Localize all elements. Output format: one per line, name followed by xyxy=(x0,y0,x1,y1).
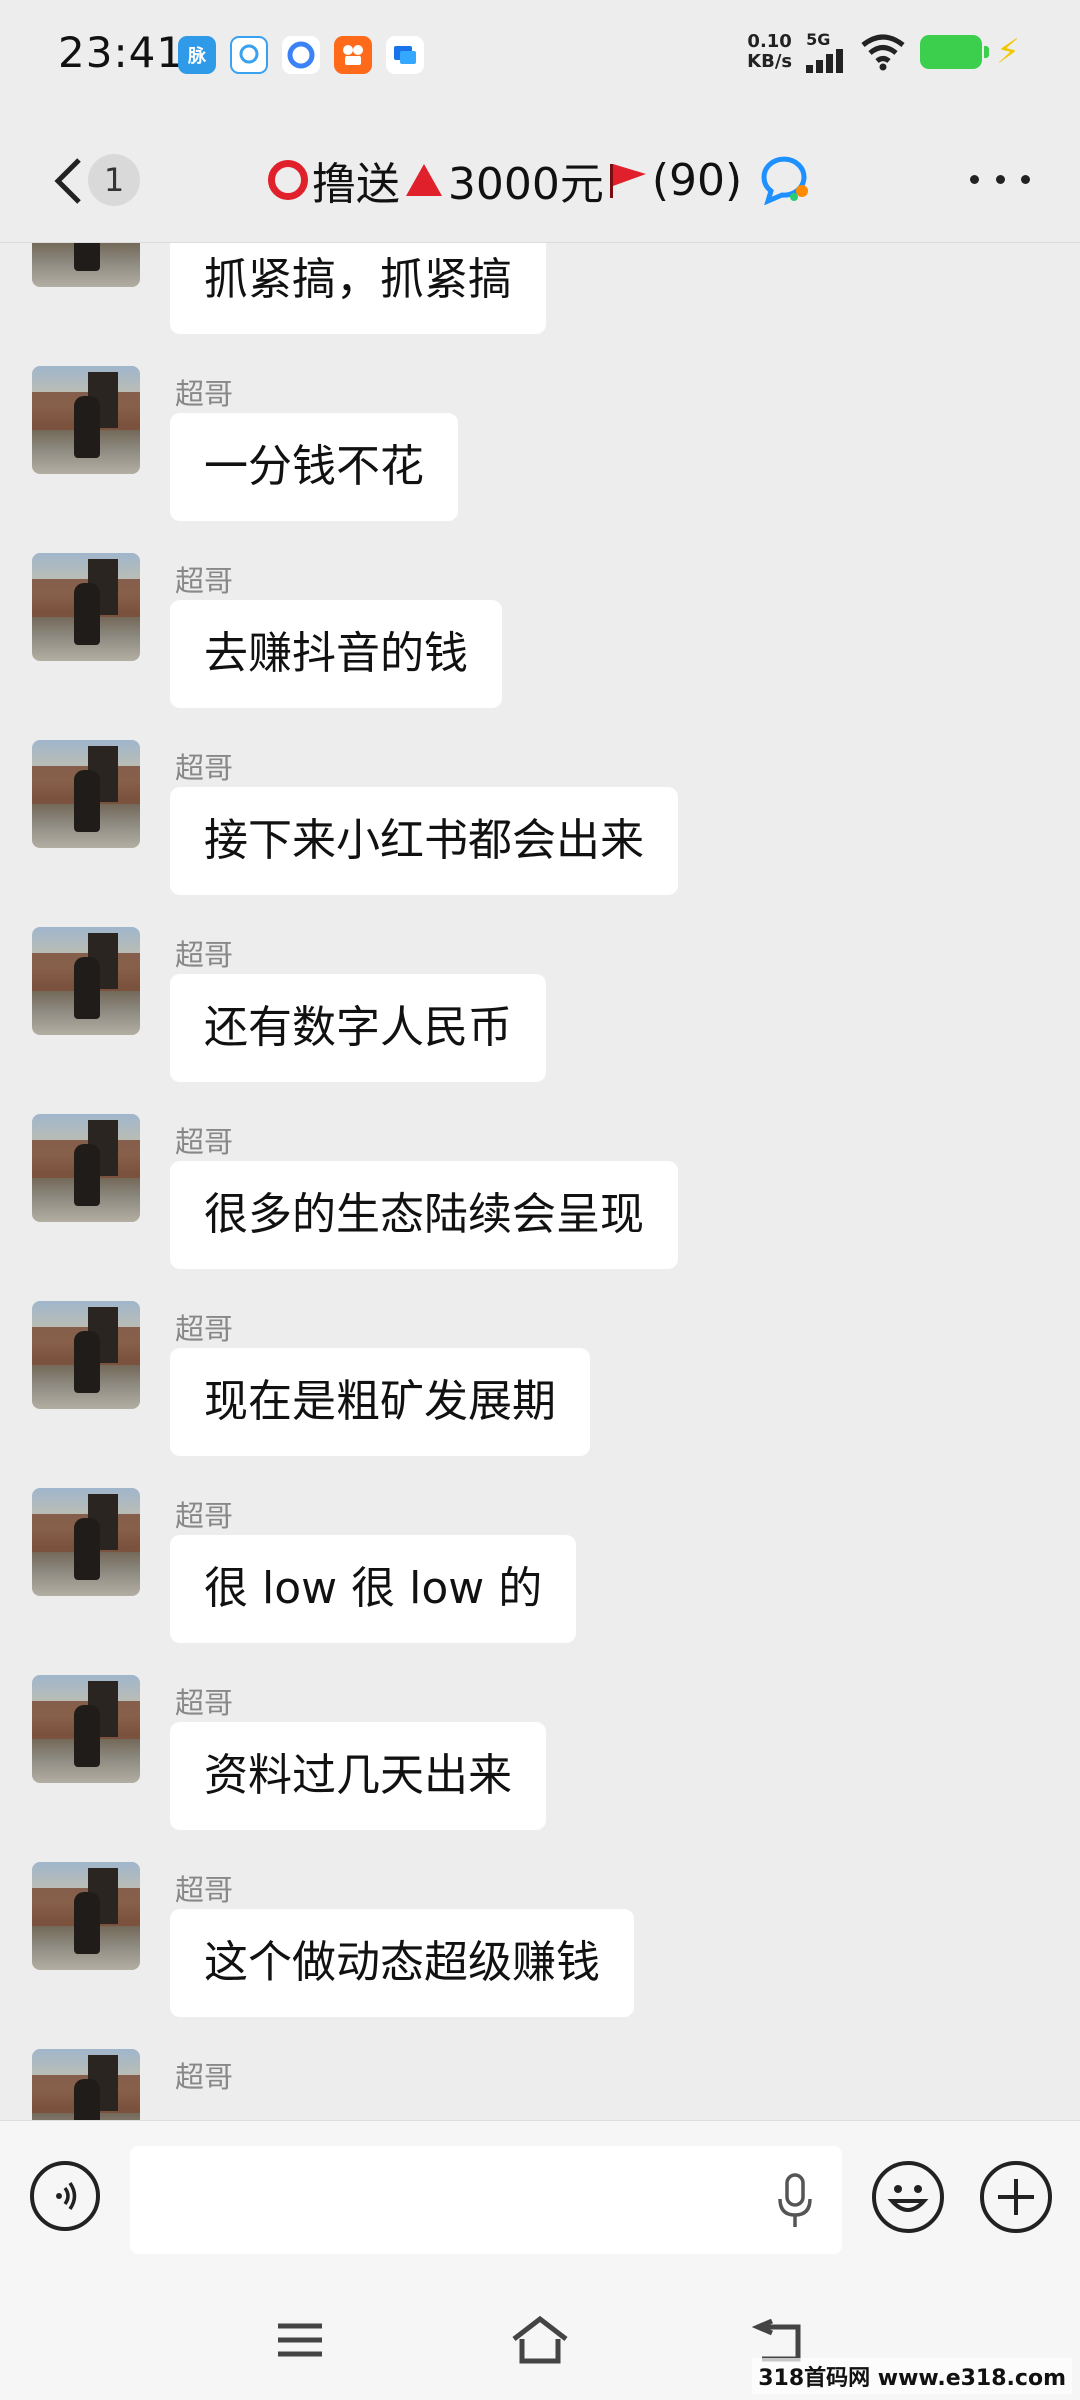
message-bubble[interactable]: 一分钱不花 xyxy=(170,413,458,521)
network-type: 5G xyxy=(806,30,831,49)
microphone-button[interactable] xyxy=(770,2171,820,2231)
message-input[interactable] xyxy=(130,2146,842,2254)
avatar[interactable] xyxy=(32,1488,140,1596)
avatar[interactable] xyxy=(32,2049,140,2120)
wifi-icon xyxy=(861,34,905,70)
message-bubble[interactable]: 资料过几天出来 xyxy=(170,1722,546,1830)
voice-mode-button[interactable] xyxy=(30,2161,100,2231)
network-speed-unit: KB/s xyxy=(747,50,793,72)
avatar[interactable] xyxy=(32,1301,140,1409)
network-speed: 0.10 KB/s xyxy=(747,30,793,72)
plus-icon xyxy=(998,2179,1034,2215)
sender-name: 超哥 xyxy=(175,1312,234,1346)
sender-name: 超哥 xyxy=(175,751,234,785)
message-row: 超哥 这个做动态超级赚钱 xyxy=(0,1862,1080,2049)
avatar[interactable] xyxy=(32,366,140,474)
message-bubble[interactable]: 抓紧搞，抓紧搞 xyxy=(170,243,546,334)
cellular-signal-icon: 5G xyxy=(806,30,846,73)
chat-title-text: 撸送 xyxy=(311,159,400,210)
sender-name: 超哥 xyxy=(175,1125,234,1159)
red-flag-icon xyxy=(609,164,646,198)
system-navigation-bar: 318首码网 www.e318.com xyxy=(0,2280,1080,2400)
charging-icon: ⚡ xyxy=(996,31,1020,72)
message-bubble[interactable]: 这个做动态超级赚钱 xyxy=(170,1909,634,2017)
message-row: 超哥 现在是粗矿发展期 xyxy=(0,1301,1080,1488)
sender-name: 超哥 xyxy=(175,1499,234,1533)
more-dot-icon xyxy=(995,174,1005,184)
battery-icon xyxy=(920,34,990,69)
sender-name: 超哥 xyxy=(175,1873,234,1907)
return-icon xyxy=(752,2318,801,2362)
message-row: 超哥 一分钱不花 xyxy=(0,366,1080,553)
message-bubble[interactable]: 还有数字人民币 xyxy=(170,974,546,1082)
watermark: 318首码网 www.e318.com xyxy=(752,2358,1072,2394)
avatar[interactable] xyxy=(32,1114,140,1222)
chat-header: 1 撸送 3000元 (90) xyxy=(0,120,1080,243)
chat-title-amount: 3000元 xyxy=(447,159,604,210)
avatar[interactable] xyxy=(32,553,140,661)
message-row: 超哥 抓紧搞，抓紧搞 xyxy=(0,243,1080,366)
message-app-icon xyxy=(386,36,424,74)
message-bubble[interactable]: 接下来小红书都会出来 xyxy=(170,787,678,895)
message-row: 超哥 很多的生态陆续会呈现 xyxy=(0,1114,1080,1301)
system-status: 0.10 KB/s 5G ⚡ xyxy=(747,30,1020,73)
message-row: 超哥 还有数字人民币 xyxy=(0,927,1080,1114)
emoji-button[interactable] xyxy=(872,2161,944,2233)
menu-icon xyxy=(278,2323,322,2357)
notification-icons: 脉 xyxy=(178,36,424,74)
more-dot-icon xyxy=(1021,174,1030,184)
maimai-app-icon: 脉 xyxy=(178,36,216,74)
message-list[interactable]: 超哥 抓紧搞，抓紧搞 超哥 一分钱不花 超哥 去赚抖音的钱 超哥 接下来小红书都… xyxy=(0,243,1080,2120)
message-row: 超哥 接下来小红书都会出来 xyxy=(0,740,1080,927)
message-bubble[interactable]: 现在是粗矿发展期 xyxy=(170,1348,590,1456)
message-row: 超哥 很 low 很 low 的 xyxy=(0,1488,1080,1675)
message-bubble[interactable]: 去赚抖音的钱 xyxy=(170,600,502,708)
home-icon xyxy=(512,2315,568,2364)
chat-title: 撸送 3000元 (90) xyxy=(0,148,1080,212)
quark-browser-icon xyxy=(282,36,320,74)
kuaishou-icon xyxy=(334,36,372,74)
home-button[interactable] xyxy=(505,2310,575,2370)
avatar[interactable] xyxy=(32,243,140,287)
message-bubble[interactable]: 很多的生态陆续会呈现 xyxy=(170,1161,678,1269)
smiley-icon xyxy=(887,2185,929,2212)
menu-button[interactable] xyxy=(265,2310,335,2370)
avatar[interactable] xyxy=(32,1675,140,1783)
message-row: 超哥 去赚抖音的钱 xyxy=(0,553,1080,740)
avatar[interactable] xyxy=(32,740,140,848)
member-count: (90) xyxy=(651,154,743,206)
voice-wave-icon xyxy=(56,2182,77,2210)
group-chat-icon xyxy=(761,156,809,205)
input-bar xyxy=(0,2120,1080,2281)
microphone-icon xyxy=(778,2173,812,2227)
avatar[interactable] xyxy=(32,927,140,1035)
sender-name: 超哥 xyxy=(175,564,234,598)
network-speed-value: 0.10 xyxy=(747,30,792,52)
more-functions-button[interactable] xyxy=(980,2161,1052,2233)
red-circle-icon xyxy=(267,160,308,200)
sender-name: 超哥 xyxy=(175,938,234,972)
more-dot-icon xyxy=(970,174,979,184)
more-options-button[interactable] xyxy=(970,154,1030,204)
sender-name: 超哥 xyxy=(175,1686,234,1720)
message-bubble[interactable]: 很 low 很 low 的 xyxy=(170,1535,577,1643)
status-bar: 23:41 脉 0.10 KB/s 5G ⚡ xyxy=(0,0,1080,120)
red-triangle-icon xyxy=(405,164,442,196)
sender-name: 超哥 xyxy=(175,2060,234,2094)
chat-bubble-app-icon xyxy=(230,36,268,74)
sender-name: 超哥 xyxy=(175,377,234,411)
status-time: 23:41 xyxy=(58,28,185,77)
avatar[interactable] xyxy=(32,1862,140,1970)
message-row: 超哥 资料过几天出来 xyxy=(0,1675,1080,1862)
message-row: 超哥 xyxy=(0,2049,1080,2120)
